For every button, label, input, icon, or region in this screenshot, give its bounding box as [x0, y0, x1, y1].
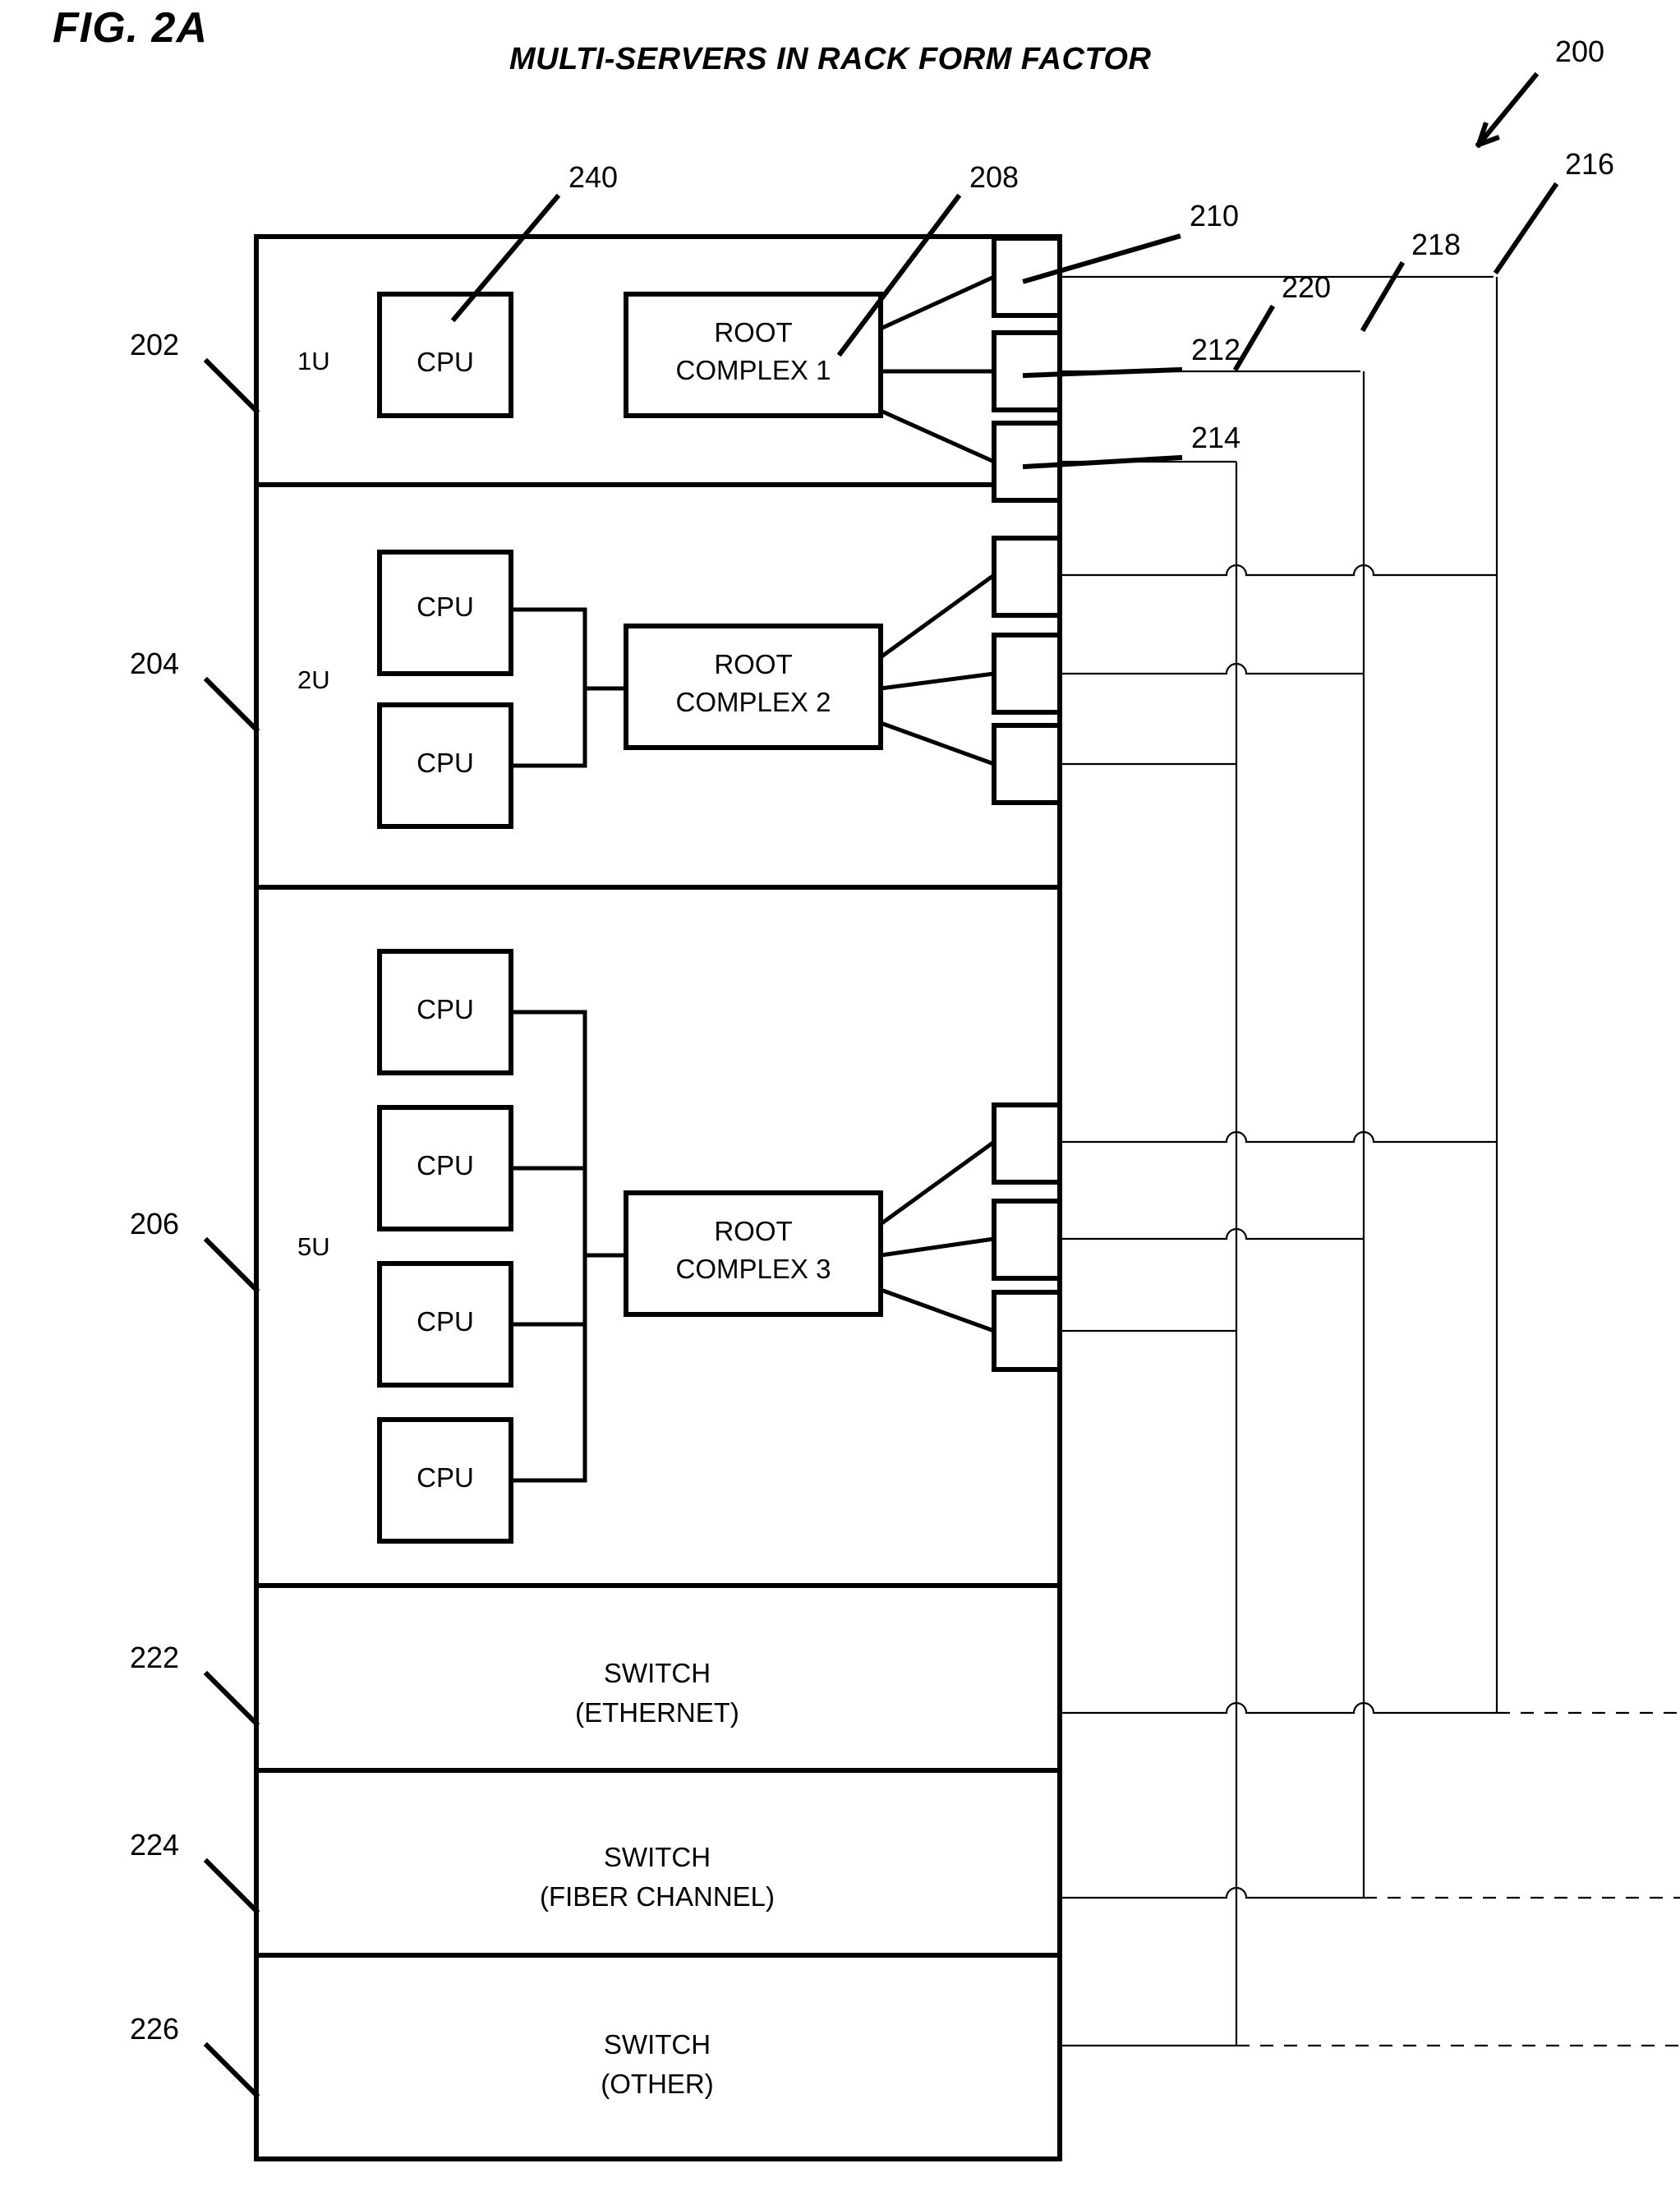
cpu-block-5u-3-label: CPU	[417, 1306, 474, 1337]
switch-fiber-channel-line2: (FIBER CHANNEL)	[540, 1881, 775, 1912]
port-5u-2-block	[992, 1199, 1062, 1281]
port-2u-1-block	[992, 536, 1062, 618]
diagram-title: MULTI-SERVERS IN RACK FORM FACTOR	[509, 42, 1151, 76]
port-5u-3-block	[992, 1290, 1062, 1372]
ref-222-leader	[203, 1670, 260, 1728]
root-complex-3-line2: COMPLEX 3	[676, 1254, 831, 1284]
ref-204-leader	[203, 676, 260, 734]
port-2u-2-block	[992, 633, 1062, 715]
ref-224-label: 224	[130, 1828, 179, 1862]
cpu-block-5u-1-label: CPU	[417, 994, 474, 1024]
switch-fiber-channel-line1: SWITCH	[604, 1842, 711, 1872]
cpu-block-1u-1-label: CPU	[417, 347, 474, 377]
ref-202-leader	[203, 357, 260, 415]
root-complex-2-line1: ROOT	[714, 649, 792, 679]
ref-240-label: 240	[568, 160, 618, 194]
ref-218-label: 218	[1411, 228, 1461, 261]
rack-diagram-svg: MULTI-SERVERS IN RACK FORM FACTOR 200 1U…	[130, 35, 1680, 2161]
server-5u-unit-label: 5U	[297, 1232, 330, 1261]
ref-226-label: 226	[130, 2012, 179, 2046]
ref-202-label: 202	[130, 328, 179, 361]
server-1u-unit-label: 1U	[297, 347, 330, 375]
ref-222-label: 222	[130, 1641, 179, 1674]
switch-other-line2: (OTHER)	[601, 2069, 713, 2099]
root-complex-2-line2: COMPLEX 2	[676, 687, 831, 717]
port-214-block	[992, 421, 1062, 503]
root-complex-3-line1: ROOT	[714, 1216, 792, 1246]
port-212-block	[992, 330, 1062, 412]
ref-200-label: 200	[1555, 35, 1604, 68]
ref-214-label: 214	[1191, 421, 1240, 454]
ref-212-label: 212	[1191, 333, 1240, 366]
ref-220-leader	[1232, 304, 1276, 372]
port-2u-3-block	[992, 723, 1062, 805]
switch-ethernet-line1: SWITCH	[604, 1658, 711, 1688]
switch-ethernet-line2: (ETHERNET)	[575, 1697, 739, 1728]
port-210-block	[992, 236, 1062, 318]
cable-bundle-220	[1060, 460, 1680, 2047]
root-complex-1-line1: ROOT	[714, 317, 792, 348]
ref-208-label: 208	[969, 160, 1019, 194]
switch-other-line1: SWITCH	[604, 2029, 711, 2060]
figure-2a-canvas: FIG. 2A MULTI-SERVERS IN RACK FORM FACTO…	[0, 0, 1680, 2191]
cpu-block-2u-1-label: CPU	[417, 591, 474, 622]
cpu-block-5u-4-label: CPU	[417, 1462, 474, 1493]
root-complex-1-line2: COMPLEX 1	[676, 355, 831, 385]
ref-216-leader	[1493, 182, 1559, 275]
ref-200-leader	[1475, 71, 1540, 149]
ref-224-leader	[203, 1857, 260, 1915]
ref-220-label: 220	[1282, 270, 1331, 304]
ref-204-label: 204	[130, 647, 179, 680]
ref-206-label: 206	[130, 1207, 179, 1240]
port-5u-1-block	[992, 1102, 1062, 1185]
cable-bundle-216	[1060, 275, 1680, 1715]
cpu-block-2u-2-label: CPU	[417, 748, 474, 778]
cpu-block-5u-2-label: CPU	[417, 1150, 474, 1181]
ref-226-leader	[203, 2041, 260, 2099]
ref-218-leader	[1360, 260, 1406, 333]
ref-210-label: 210	[1190, 199, 1239, 232]
server-2u-unit-label: 2U	[297, 665, 330, 694]
ref-216-label: 216	[1565, 147, 1614, 181]
ref-206-leader	[203, 1236, 260, 1294]
